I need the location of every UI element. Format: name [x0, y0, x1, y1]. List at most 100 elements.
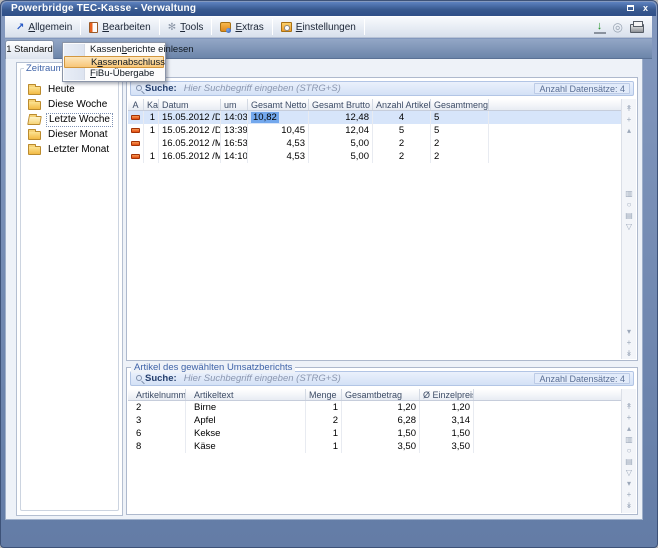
record-count-badge: Anzahl Datensätze: 4	[534, 373, 630, 384]
col-header-menge[interactable]: Menge	[306, 389, 342, 400]
col-header-gesamt-brutto[interactable]: Gesamt Brutto▲	[309, 99, 373, 110]
toolbar-item-einstellungen[interactable]: Einstellungen	[274, 18, 363, 36]
add-icon[interactable]: +	[627, 489, 632, 500]
search-tool-icon[interactable]: ○	[627, 199, 632, 210]
search-icon	[136, 375, 142, 381]
scroll-down-icon[interactable]: ▾	[627, 478, 631, 489]
add-icon[interactable]: +	[627, 337, 632, 348]
settings-icon	[281, 22, 292, 32]
toolbar-label: Bearbeiten	[102, 22, 150, 33]
table-row[interactable]: 16.05.2012 /Mi 16:53 4,53 5,00 2 2	[128, 137, 621, 150]
group-label-zeitraum: Zeitraum	[24, 63, 65, 74]
columns-icon[interactable]: ▥	[625, 188, 633, 199]
scroll-up-icon[interactable]: ▴	[627, 423, 631, 434]
menu-item-kassenberichte-einlesen[interactable]: Kassenberichte einlesen	[64, 44, 164, 56]
printer-icon[interactable]	[630, 24, 644, 33]
sidebar-item-letzter-monat[interactable]: Letzter Monat	[17, 142, 122, 157]
add-icon[interactable]: +	[627, 114, 632, 125]
scroll-top-icon[interactable]: ↟	[626, 103, 633, 114]
search-tool-icon[interactable]: ○	[627, 445, 632, 456]
folder-icon	[28, 101, 41, 110]
layout-icon[interactable]: ▤	[625, 456, 633, 467]
tab-standard[interactable]: 1 Standard	[5, 40, 54, 59]
col-header-ka[interactable]: Ka	[144, 99, 159, 110]
sidebar-item-letzte-woche[interactable]: Letzte Woche	[17, 112, 122, 127]
scroll-down-icon[interactable]: ▾	[627, 326, 631, 337]
col-header-gesamtbetrag[interactable]: Gesamtbetrag	[342, 389, 420, 400]
filter-icon[interactable]: ▽	[626, 467, 632, 478]
search-input[interactable]: Suche: Hier Suchbegriff eingeben (STRG+S…	[130, 81, 634, 96]
search-icon	[136, 85, 142, 91]
toolbar-item-allgemein[interactable]: ↗ Allgemein	[9, 18, 79, 36]
report-icon	[131, 115, 140, 120]
filter-icon[interactable]: ▽	[626, 221, 632, 232]
group-label-artikel: Artikel des gewählten Umsatzberichts	[131, 362, 295, 373]
title-bar: Powerbridge TEC-Kasse - Verwaltung	[2, 2, 656, 16]
sidebar-item-dieser-monat[interactable]: Dieser Monat	[17, 127, 122, 142]
columns-icon[interactable]: ▥	[625, 434, 633, 445]
search-placeholder: Hier Suchbegriff eingeben (STRG+S)	[184, 373, 341, 384]
col-header-gesamt-netto[interactable]: Gesamt Netto	[248, 99, 309, 110]
scroll-top-icon[interactable]: ↟	[626, 401, 633, 412]
col-header-artikelnummer[interactable]: Artikelnummer	[128, 389, 186, 400]
open-folder-icon	[27, 116, 42, 125]
menu-item-fibu-uebergabe[interactable]: FiBu-Übergabe	[64, 68, 164, 80]
restore-button[interactable]	[624, 3, 637, 14]
main-toolbar: ↗ Allgemein Bearbeiten ✻ Tools Extras Ei…	[5, 16, 652, 38]
col-header-datum[interactable]: Datum	[159, 99, 221, 110]
toolbar-separator	[80, 19, 81, 35]
toolbar-label: Extras	[235, 22, 263, 33]
layout-icon[interactable]: ▤	[625, 210, 633, 221]
table-row[interactable]: 1 15.05.2012 /Di 14:03 10,82 12,48 4 5	[128, 111, 621, 124]
table-row[interactable]: 2 Birne 1 1,20 1,20	[128, 401, 621, 414]
toolbar-separator	[272, 19, 273, 35]
scroll-bottom-icon[interactable]: ↡	[626, 348, 633, 359]
selected-cell-value: 10,82	[251, 112, 279, 123]
stamp-icon[interactable]: ◎	[613, 20, 623, 34]
app-window: Powerbridge TEC-Kasse - Verwaltung x ↗ A…	[0, 0, 658, 548]
table-row[interactable]: 8 Käse 1 3,50 3,50	[128, 440, 621, 453]
toolbar-separator	[211, 19, 212, 35]
col-header-um[interactable]: um	[221, 99, 248, 110]
col-header-einzelpreis[interactable]: Ø Einzelpreis	[420, 389, 474, 400]
sales-report-panel: Suche: Hier Suchbegriff eingeben (STRG+S…	[126, 77, 638, 361]
import-icon[interactable]: ↓	[594, 21, 606, 34]
sidebar-item-heute[interactable]: Heute	[17, 82, 122, 97]
report-icon	[131, 128, 140, 133]
menu-item-kassenabschluss[interactable]: Kassenabschluss	[64, 56, 164, 68]
table-row[interactable]: 3 Apfel 2 6,28 3,14	[128, 414, 621, 427]
grid-side-toolbar: ↟ + ▴ ▥ ○ ▤ ▽ ▾ + ↡	[621, 99, 636, 359]
table-row[interactable]: 6 Kekse 1 1,50 1,50	[128, 427, 621, 440]
toolbar-item-extras[interactable]: Extras	[213, 18, 270, 36]
bearbeiten-dropdown-menu: Kassenberichte einlesen Kassenabschluss …	[62, 42, 166, 82]
grid-header-row: Artikelnummer Artikeltext Menge Gesamtbe…	[128, 389, 621, 401]
col-header-filler	[489, 99, 621, 110]
sidebar-item-diese-woche[interactable]: Diese Woche	[17, 97, 122, 112]
close-button[interactable]: x	[639, 3, 652, 14]
article-detail-panel: Suche: Hier Suchbegriff eingeben (STRG+S…	[126, 367, 638, 515]
toolbar-item-bearbeiten[interactable]: Bearbeiten	[82, 18, 157, 36]
col-header-gesamtmeng[interactable]: Gesamtmeng	[431, 99, 489, 110]
add-icon[interactable]: +	[627, 412, 632, 423]
table-row[interactable]: 1 16.05.2012 /Mi 14:10 4,53 5,00 2 2	[128, 150, 621, 163]
col-header-filler	[474, 389, 621, 400]
edit-document-icon	[89, 22, 98, 33]
scroll-up-icon[interactable]: ▴	[627, 125, 631, 136]
search-input[interactable]: Suche: Hier Suchbegriff eingeben (STRG+S…	[130, 371, 634, 386]
zeitraum-folder-list: Heute Diese Woche Letzte Woche Dieser Mo…	[17, 82, 122, 157]
gear-icon: ✻	[168, 22, 176, 33]
toolbar-label: Allgemein	[28, 22, 72, 33]
toolbar-item-tools[interactable]: ✻ Tools	[161, 18, 211, 36]
toolbar-right-icons: ↓ ◎	[594, 20, 652, 34]
toolbar-separator	[159, 19, 160, 35]
table-row[interactable]: 1 15.05.2012 /Di 13:39 10,45 12,04 5 5	[128, 124, 621, 137]
col-header-anzahl-artikel[interactable]: Anzahl Artikel	[373, 99, 431, 110]
col-header-a[interactable]: A	[128, 99, 144, 110]
sidebar-panel: Zeitraum Heute Diese Woche Letzte Woche	[16, 62, 123, 516]
scroll-bottom-icon[interactable]: ↡	[626, 500, 633, 511]
article-grid: Artikelnummer Artikeltext Menge Gesamtbe…	[128, 389, 621, 513]
report-icon	[131, 141, 140, 146]
folder-icon	[28, 131, 41, 140]
col-header-artikeltext[interactable]: Artikeltext	[186, 389, 306, 400]
restore-icon	[627, 5, 634, 11]
